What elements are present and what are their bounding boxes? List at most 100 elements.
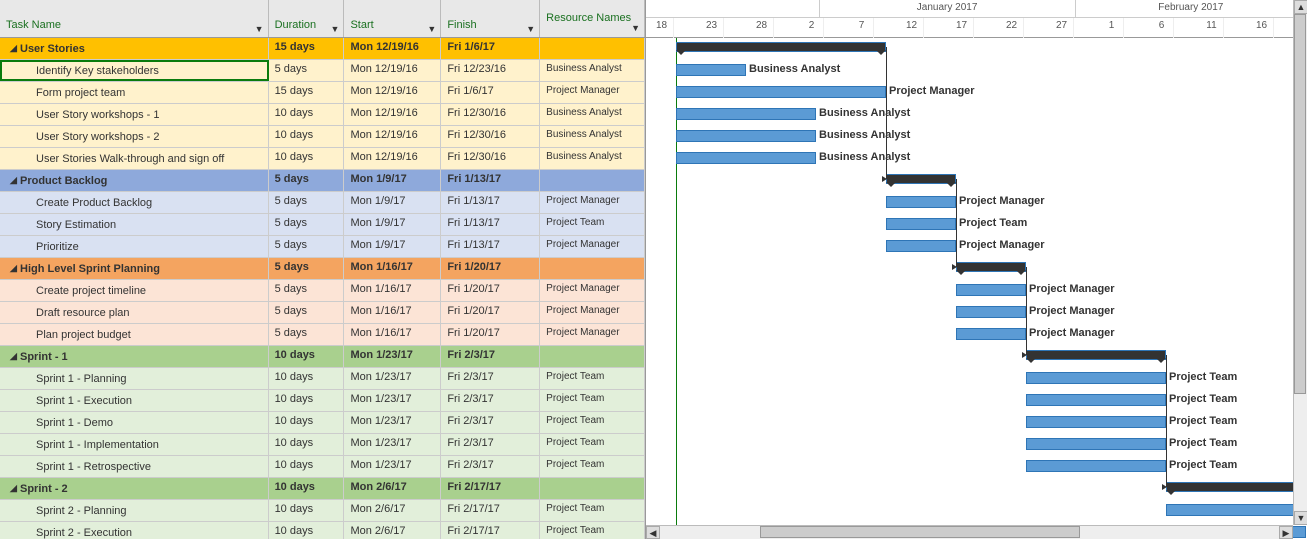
gantt-row[interactable] xyxy=(646,478,1307,500)
cell-finish[interactable]: Fri 2/17/17 xyxy=(441,522,540,539)
cell-resource[interactable] xyxy=(540,258,645,279)
gantt-task-bar[interactable]: Project Manager xyxy=(676,86,886,98)
cell-resource[interactable]: Project Manager xyxy=(540,236,645,257)
cell-resource[interactable] xyxy=(540,346,645,367)
cell-start[interactable]: Mon 2/6/17 xyxy=(344,500,441,521)
cell-start[interactable]: Mon 1/23/17 xyxy=(344,390,441,411)
gantt-row[interactable]: Project Team xyxy=(646,434,1307,456)
gantt-row[interactable]: Project Manager xyxy=(646,280,1307,302)
cell-task-name[interactable]: Sprint 1 - Execution xyxy=(0,390,269,411)
gantt-row[interactable]: Project Manager xyxy=(646,192,1307,214)
cell-duration[interactable]: 10 days xyxy=(269,500,345,521)
scroll-down-icon[interactable]: ▼ xyxy=(1294,511,1307,525)
cell-task-name[interactable]: ◢User Stories xyxy=(0,38,269,59)
cell-resource[interactable]: Project Team xyxy=(540,500,645,521)
cell-start[interactable]: Mon 2/6/17 xyxy=(344,522,441,539)
gantt-task-bar[interactable]: Project Team xyxy=(1026,460,1166,472)
gantt-row[interactable]: Project Team xyxy=(646,390,1307,412)
cell-finish[interactable]: Fri 1/20/17 xyxy=(441,302,540,323)
cell-resource[interactable] xyxy=(540,478,645,499)
cell-start[interactable]: Mon 1/9/17 xyxy=(344,236,441,257)
table-row[interactable]: Story Estimation5 daysMon 1/9/17Fri 1/13… xyxy=(0,214,645,236)
cell-task-name[interactable]: Identify Key stakeholders xyxy=(0,60,269,81)
cell-resource[interactable]: Project Team xyxy=(540,214,645,235)
cell-task-name[interactable]: User Stories Walk-through and sign off xyxy=(0,148,269,169)
cell-finish[interactable]: Fri 12/30/16 xyxy=(441,104,540,125)
gantt-task-bar[interactable]: Project Team xyxy=(1026,394,1166,406)
cell-finish[interactable]: Fri 1/20/17 xyxy=(441,324,540,345)
cell-finish[interactable]: Fri 2/3/17 xyxy=(441,434,540,455)
cell-resource[interactable]: Project Team xyxy=(540,368,645,389)
table-row[interactable]: Form project team15 daysMon 12/19/16Fri … xyxy=(0,82,645,104)
table-row[interactable]: User Story workshops - 210 daysMon 12/19… xyxy=(0,126,645,148)
cell-finish[interactable]: Fri 12/30/16 xyxy=(441,126,540,147)
cell-task-name[interactable]: Plan project budget xyxy=(0,324,269,345)
scroll-right-icon[interactable]: ▶ xyxy=(1279,526,1293,539)
scroll-thumb-h[interactable] xyxy=(760,526,1080,538)
cell-task-name[interactable]: Form project team xyxy=(0,82,269,103)
cell-duration[interactable]: 10 days xyxy=(269,522,345,539)
cell-duration[interactable]: 15 days xyxy=(269,38,345,59)
col-task-name[interactable]: Task Name▼ xyxy=(0,0,269,37)
gantt-task-bar[interactable]: Project Team xyxy=(1026,372,1166,384)
gantt-row[interactable]: Project Team xyxy=(646,412,1307,434)
cell-duration[interactable]: 10 days xyxy=(269,456,345,477)
cell-resource[interactable]: Business Analyst xyxy=(540,104,645,125)
gantt-task-bar[interactable]: Project Team xyxy=(1026,416,1166,428)
table-row[interactable]: User Story workshops - 110 daysMon 12/19… xyxy=(0,104,645,126)
cell-start[interactable]: Mon 1/16/17 xyxy=(344,258,441,279)
cell-duration[interactable]: 10 days xyxy=(269,390,345,411)
cell-resource[interactable] xyxy=(540,38,645,59)
gantt-row[interactable] xyxy=(646,170,1307,192)
cell-duration[interactable]: 5 days xyxy=(269,170,345,191)
cell-task-name[interactable]: User Story workshops - 1 xyxy=(0,104,269,125)
cell-finish[interactable]: Fri 2/3/17 xyxy=(441,368,540,389)
gantt-row[interactable]: Project Manager xyxy=(646,82,1307,104)
cell-finish[interactable]: Fri 12/30/16 xyxy=(441,148,540,169)
cell-finish[interactable]: Fri 1/6/17 xyxy=(441,38,540,59)
cell-task-name[interactable]: Create project timeline xyxy=(0,280,269,301)
gantt-summary-bar[interactable] xyxy=(1026,350,1166,360)
cell-task-name[interactable]: Story Estimation xyxy=(0,214,269,235)
table-row[interactable]: Sprint 2 - Execution10 daysMon 2/6/17Fri… xyxy=(0,522,645,539)
cell-duration[interactable]: 5 days xyxy=(269,60,345,81)
cell-start[interactable]: Mon 12/19/16 xyxy=(344,104,441,125)
table-row[interactable]: Sprint 1 - Demo10 daysMon 1/23/17Fri 2/3… xyxy=(0,412,645,434)
gantt-row[interactable]: Project Team xyxy=(646,368,1307,390)
gantt-task-bar[interactable]: Project Manager xyxy=(956,306,1026,318)
dropdown-icon[interactable]: ▼ xyxy=(526,24,535,34)
cell-resource[interactable]: Project Manager xyxy=(540,192,645,213)
gantt-summary-bar[interactable] xyxy=(886,174,956,184)
gantt-task-bar[interactable]: Business Analyst xyxy=(676,152,816,164)
table-row[interactable]: ◢User Stories15 daysMon 12/19/16Fri 1/6/… xyxy=(0,38,645,60)
cell-finish[interactable]: Fri 1/13/17 xyxy=(441,192,540,213)
cell-task-name[interactable]: Draft resource plan xyxy=(0,302,269,323)
cell-task-name[interactable]: Prioritize xyxy=(0,236,269,257)
cell-finish[interactable]: Fri 2/17/17 xyxy=(441,500,540,521)
gantt-row[interactable]: Project Manager xyxy=(646,236,1307,258)
cell-resource[interactable]: Project Manager xyxy=(540,82,645,103)
dropdown-icon[interactable]: ▼ xyxy=(631,23,640,34)
cell-duration[interactable]: 15 days xyxy=(269,82,345,103)
cell-task-name[interactable]: ◢Sprint - 2 xyxy=(0,478,269,499)
gantt-scrollbar-v[interactable]: ▲ ▼ xyxy=(1293,0,1307,525)
dropdown-icon[interactable]: ▼ xyxy=(331,24,340,34)
cell-start[interactable]: Mon 12/19/16 xyxy=(344,60,441,81)
cell-task-name[interactable]: Create Product Backlog xyxy=(0,192,269,213)
scroll-track-v[interactable] xyxy=(1294,14,1307,511)
cell-resource[interactable]: Business Analyst xyxy=(540,126,645,147)
cell-start[interactable]: Mon 1/23/17 xyxy=(344,412,441,433)
col-duration[interactable]: Duration▼ xyxy=(269,0,345,37)
table-row[interactable]: ◢High Level Sprint Planning5 daysMon 1/1… xyxy=(0,258,645,280)
gantt-row[interactable]: Business Analyst xyxy=(646,148,1307,170)
cell-task-name[interactable]: User Story workshops - 2 xyxy=(0,126,269,147)
gantt-task-bar[interactable]: Business Analyst xyxy=(676,130,816,142)
gantt-row[interactable]: Project Team xyxy=(646,456,1307,478)
table-row[interactable]: ◢Sprint - 110 daysMon 1/23/17Fri 2/3/17 xyxy=(0,346,645,368)
cell-start[interactable]: Mon 12/19/16 xyxy=(344,38,441,59)
collapse-icon[interactable]: ◢ xyxy=(10,43,20,54)
cell-task-name[interactable]: Sprint 1 - Implementation xyxy=(0,434,269,455)
cell-resource[interactable]: Project Team xyxy=(540,456,645,477)
gantt-task-bar[interactable]: Project Manager xyxy=(956,284,1026,296)
col-start[interactable]: Start▼ xyxy=(344,0,441,37)
